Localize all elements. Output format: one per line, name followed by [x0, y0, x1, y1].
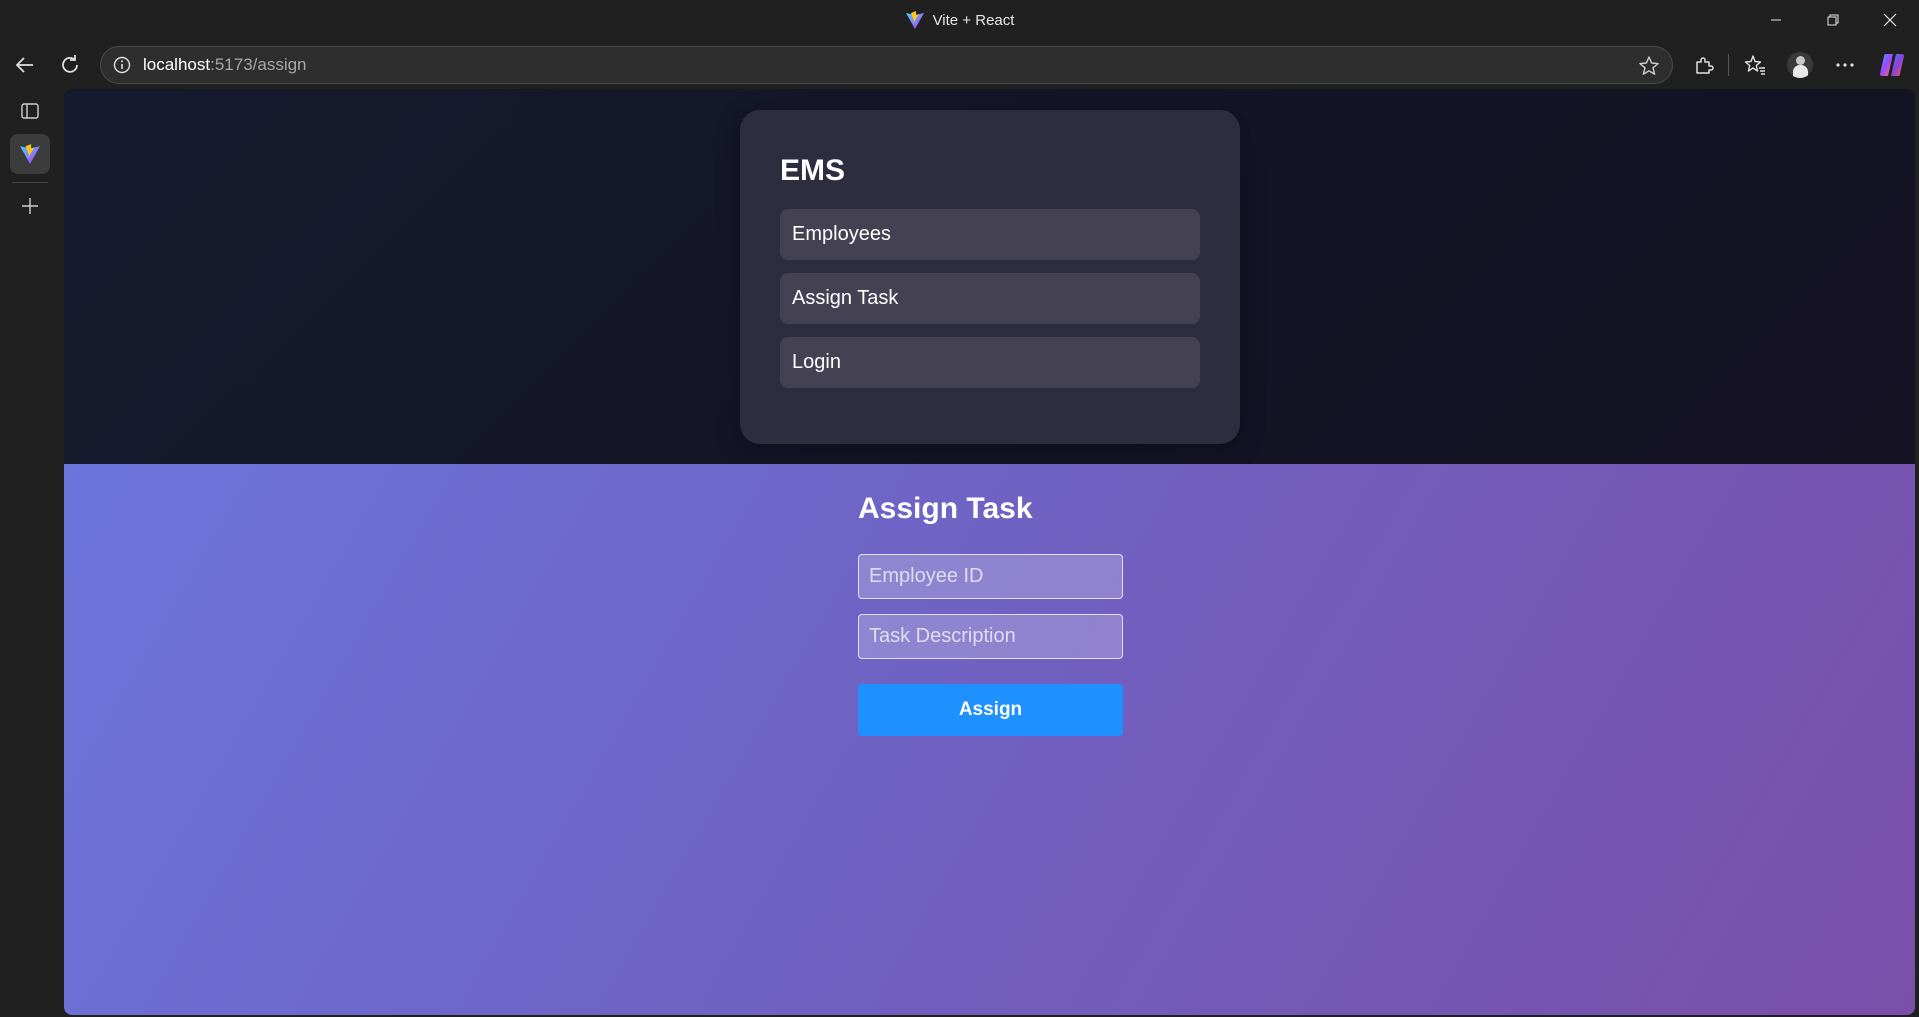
employee-id-input[interactable]: [858, 554, 1123, 599]
nav-item-login[interactable]: Login: [780, 337, 1200, 388]
toolbar-divider: [1728, 54, 1729, 76]
back-button[interactable]: [6, 46, 44, 84]
vertical-tab-rail: [0, 89, 60, 1017]
url-text[interactable]: localhost:5173/assign: [143, 55, 307, 75]
copilot-button[interactable]: [1873, 46, 1911, 84]
favorites-icon: [1744, 55, 1765, 75]
close-icon: [1883, 13, 1897, 27]
assign-task-section: Assign Task Assign: [64, 464, 1915, 1015]
extensions-button[interactable]: [1685, 46, 1723, 84]
profile-icon: [1787, 52, 1813, 78]
more-button[interactable]: [1826, 46, 1864, 84]
nav-card: EMS Employees Assign Task Login: [740, 110, 1240, 444]
more-icon: [1836, 63, 1854, 67]
task-description-input[interactable]: [858, 614, 1123, 659]
back-icon: [15, 57, 33, 73]
title-bar: Vite + React: [0, 0, 1919, 40]
tab-actions-icon: [21, 103, 39, 119]
extensions-icon: [1696, 57, 1714, 74]
star-icon[interactable]: [1638, 55, 1660, 77]
nav-item-assign-task[interactable]: Assign Task: [780, 273, 1200, 324]
page-viewport: EMS Employees Assign Task Login Assign T…: [64, 89, 1915, 1015]
url-path: :5173/assign: [210, 55, 307, 74]
url-host: localhost: [143, 55, 211, 74]
assign-button[interactable]: Assign: [858, 684, 1123, 736]
minimize-icon: [1771, 19, 1781, 21]
tab-actions-button[interactable]: [10, 91, 50, 131]
favorites-button[interactable]: [1736, 46, 1774, 84]
refresh-button[interactable]: [51, 46, 89, 84]
navbar-section: EMS Employees Assign Task Login: [64, 89, 1915, 464]
page-title: Assign Task: [858, 492, 1033, 525]
rail-divider: [12, 182, 48, 183]
minimize-button[interactable]: [1748, 0, 1804, 40]
browser-toolbar: localhost:5173/assign: [0, 40, 1919, 89]
info-icon[interactable]: [113, 56, 131, 74]
window-title-area: Vite + React: [0, 0, 1919, 40]
window-title: Vite + React: [932, 11, 1015, 29]
brand-title: EMS: [780, 154, 846, 187]
new-tab-icon: [22, 198, 38, 214]
address-bar[interactable]: localhost:5173/assign: [100, 46, 1673, 84]
nav-item-employees[interactable]: Employees: [780, 209, 1200, 260]
refresh-icon: [62, 55, 78, 73]
copilot-icon: [1880, 54, 1904, 76]
vite-logo-icon: [905, 11, 924, 29]
restore-icon: [1827, 14, 1839, 26]
restore-button[interactable]: [1805, 0, 1861, 40]
vite-tab[interactable]: [10, 134, 50, 174]
vite-tab-icon: [20, 144, 40, 164]
close-button[interactable]: [1862, 0, 1918, 40]
new-tab-button[interactable]: [10, 186, 50, 226]
profile-button[interactable]: [1781, 46, 1819, 84]
